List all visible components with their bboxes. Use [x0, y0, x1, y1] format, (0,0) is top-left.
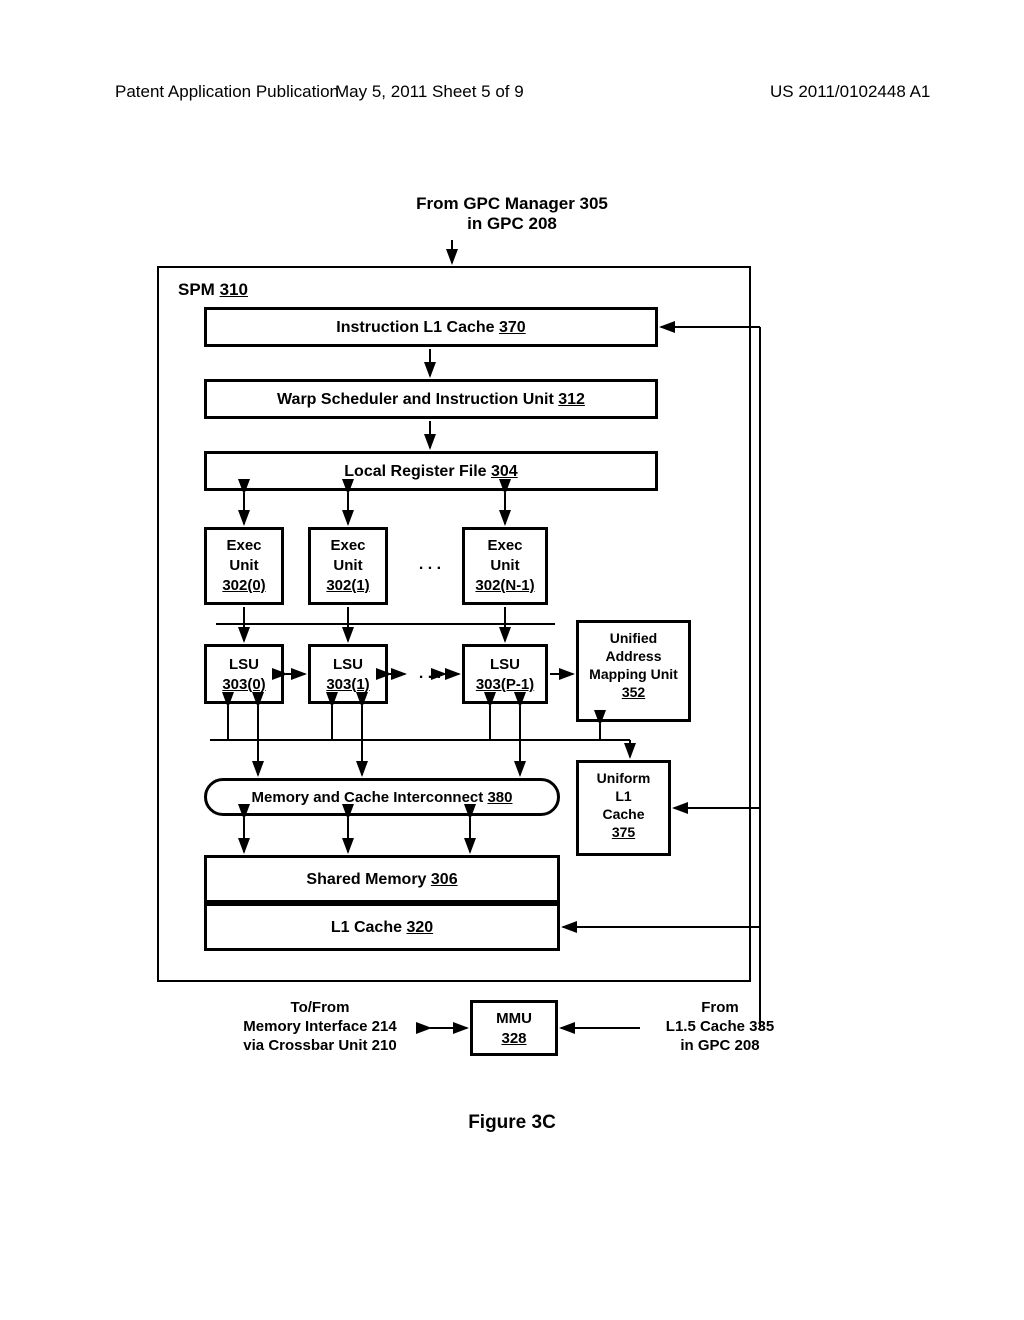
lsu-p: LSU 303(P-1)	[462, 644, 548, 704]
from-gpc-line1: From GPC Manager 305	[0, 194, 1024, 214]
from-gpc-line2: in GPC 208	[0, 214, 1024, 234]
instruction-l1-cache: Instruction L1 Cache 370	[204, 307, 658, 347]
shared-memory: Shared Memory 306	[204, 855, 560, 903]
exec-unit-1: Exec Unit 302(1)	[308, 527, 388, 605]
lsu-0: LSU 303(0)	[204, 644, 284, 704]
unified-address-mapping-unit: Unified Address Mapping Unit 352	[576, 620, 691, 722]
lsu-1: LSU 303(1)	[308, 644, 388, 704]
warp-scheduler: Warp Scheduler and Instruction Unit 312	[204, 379, 658, 419]
from-gpc-label: From GPC Manager 305 in GPC 208	[0, 194, 1024, 234]
uniform-l1-cache: Uniform L1 Cache 375	[576, 760, 671, 856]
mmu: MMU 328	[470, 1000, 558, 1056]
l1-cache: L1 Cache 320	[204, 903, 560, 951]
local-register-file: Local Register File 304	[204, 451, 658, 491]
figure-caption: Figure 3C	[0, 1112, 1024, 1134]
memory-cache-interconnect: Memory and Cache Interconnect 380	[204, 778, 560, 816]
exec-unit-0: Exec Unit 302(0)	[204, 527, 284, 605]
diagram-stage: From GPC Manager 305 in GPC 208 SPM 310 …	[0, 0, 1024, 1320]
lsu-dots: . . .	[400, 665, 460, 683]
exec-dots: . . .	[400, 556, 460, 574]
from-l15-cache: From L1.5 Cache 335 in GPC 208	[630, 998, 810, 1055]
exec-unit-n: Exec Unit 302(N-1)	[462, 527, 548, 605]
spm-label: SPM 310	[178, 280, 248, 300]
to-from-memory-interface: To/From Memory Interface 214 via Crossba…	[210, 998, 430, 1055]
